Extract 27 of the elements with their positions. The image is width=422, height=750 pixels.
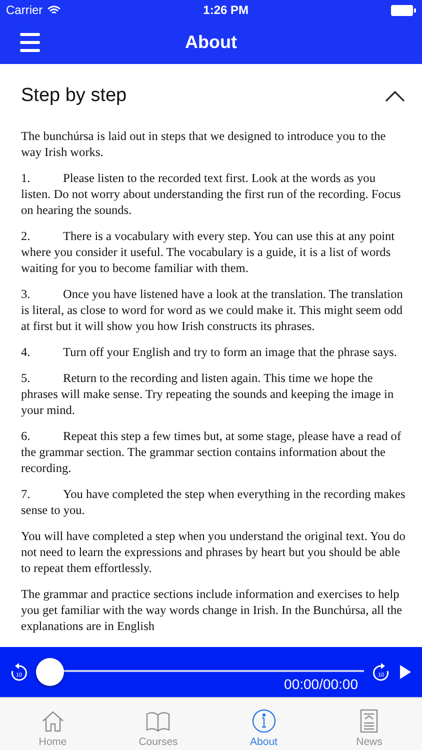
tab-bar-item[interactable]: Courses	[106, 698, 211, 750]
wifi-icon	[46, 5, 61, 15]
playback-time: 00:00/00:00	[284, 676, 358, 692]
battery-icon	[391, 4, 416, 16]
paragraph: The grammar and practice sections include information and exercises to help you get familiar with the way words change in Irish. In the Bunchúrsa, all the explanations are in English	[21, 586, 404, 634]
numbered-paragraph: 7. You have completed the step when everything in the recording makes sense to you.	[21, 486, 406, 518]
tab-bar-item[interactable]: News	[316, 698, 422, 750]
page-title: About	[185, 32, 237, 52]
info-icon	[250, 708, 277, 734]
numbered-paragraph: 3. Once you have listened have a look at the translation. The translation is literal, as close to word for word as we could make it. This might seem odd at first but it will show you how Irish constructs its phrases.	[21, 286, 404, 334]
menu-button[interactable]	[20, 33, 40, 52]
section-title: Step by step	[21, 85, 127, 107]
paragraph: You will have completed a step when you understand the original text. You do not need to learn the expressions and phrases by heart but you should be able to repeat them effortlessly.	[21, 528, 406, 576]
numbered-paragraph: 5. Return to the recording and listen again. This time we hope the phrases will make sense. Try repeating the sounds and keeping the image in your mind.	[21, 370, 395, 418]
play-icon[interactable]	[398, 664, 412, 680]
collapse-button[interactable]	[384, 89, 406, 103]
numbered-paragraph: 4. Turn off your English and try to form an image that the phrase says.	[21, 344, 398, 360]
progress-slider[interactable]: 00:00/00:00	[36, 647, 364, 697]
paragraph: The bunchúrsa is laid out in steps that we designed to introduce you to the way Irish works.	[21, 128, 387, 160]
numbered-paragraph: 6. Repeat this step a few times but, at some stage, please have a read of the grammar section. The grammar section contains information about the recording.	[21, 428, 402, 476]
carrier-label: Carrier	[6, 3, 43, 17]
status-time: 1:26 PM	[203, 3, 249, 17]
slider-thumb[interactable]	[36, 658, 64, 686]
numbered-paragraph: 1. Please listen to the recorded text first. Look at the words as you listen. Do not worry about understanding the first run of the recording. Focus on hearing the sounds.	[21, 170, 402, 218]
tab-bar-item[interactable]: Home	[0, 698, 106, 750]
tab-bar-item[interactable]: About	[211, 698, 316, 750]
numbered-paragraph: 2. There is a vocabulary with every step. You can use this at any point where you consider it useful. The vocabulary is a guide, it is a list of words waiting for you to become familiar with them.	[21, 228, 396, 276]
